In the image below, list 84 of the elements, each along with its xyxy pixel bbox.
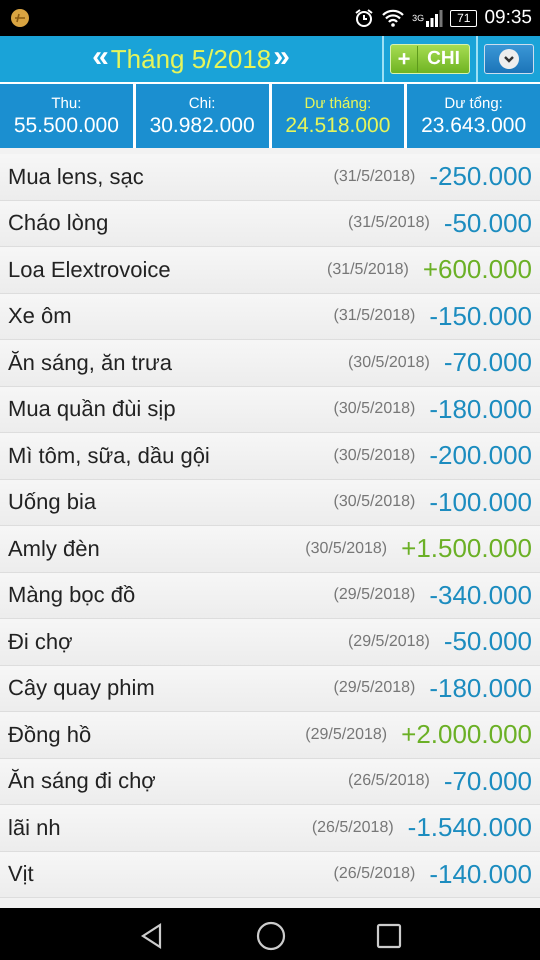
transaction-row[interactable]: lãi nh (26/5/2018) -1.540.000 xyxy=(0,805,540,852)
transaction-row[interactable]: Ăn sáng, ăn trưa (30/5/2018) -70.000 xyxy=(0,340,540,386)
app-notification-icon xyxy=(10,8,30,28)
transaction-row[interactable]: Uống bia (30/5/2018) -100.000 xyxy=(0,480,540,526)
transaction-name: Cây quay phim xyxy=(8,675,156,702)
transaction-date: (26/5/2018) xyxy=(312,818,394,837)
transaction-amount: -140.000 xyxy=(429,858,532,890)
transaction-name: Vịt xyxy=(8,861,35,888)
transaction-date: (30/5/2018) xyxy=(305,540,388,558)
transaction-name: Mua lens, sạc xyxy=(8,164,145,190)
transaction-row[interactable]: Đồng hồ (29/5/2018) +2.000.000 xyxy=(0,712,540,758)
transaction-name: lãi nh xyxy=(8,814,62,841)
transaction-row[interactable]: Amly đèn (30/5/2018) +1.500.000 xyxy=(0,526,540,572)
transaction-amount: -50.000 xyxy=(444,208,532,239)
transaction-date: (31/5/2018) xyxy=(334,168,416,186)
transaction-amount: +600.000 xyxy=(422,254,532,286)
transaction-date: (30/5/2018) xyxy=(334,446,416,465)
transaction-row[interactable]: Màng bọc đồ (29/5/2018) -340.000 xyxy=(0,572,540,619)
transaction-amount: +1.500.000 xyxy=(401,533,532,564)
transaction-row[interactable]: Mua quần đùi sịp (30/5/2018) -180.000 xyxy=(0,386,540,433)
transaction-name: Ăn sáng đi chợ xyxy=(8,768,157,794)
transaction-amount: +2.000.000 xyxy=(401,719,532,750)
summary-value: 24.518.000 xyxy=(285,114,390,138)
transaction-date: (29/5/2018) xyxy=(334,586,416,604)
transaction-date: (31/5/2018) xyxy=(326,260,409,279)
transaction-amount: -340.000 xyxy=(429,580,532,611)
transaction-name: Mì tôm, sữa, dầu gội xyxy=(8,442,211,469)
transaction-row[interactable]: Ăn sáng đi chợ (26/5/2018) -70.000 xyxy=(0,758,540,805)
transaction-date: (31/5/2018) xyxy=(334,307,416,326)
transaction-name: Màng bọc đồ xyxy=(8,582,136,608)
wifi-icon xyxy=(381,9,406,27)
transaction-row[interactable]: Đi chợ (29/5/2018) -50.000 xyxy=(0,619,540,666)
summary-label: Thu: xyxy=(51,94,82,112)
transaction-date: (29/5/2018) xyxy=(348,632,430,651)
transaction-row[interactable]: Mua lens, sạc (31/5/2018) -250.000 xyxy=(0,154,540,200)
transaction-amount: -200.000 xyxy=(429,440,532,472)
alarm-icon xyxy=(354,8,374,28)
summary-label: Dư tổng: xyxy=(444,94,503,112)
transaction-date: (30/5/2018) xyxy=(348,354,430,372)
summary-label: Dư tháng: xyxy=(304,94,372,112)
transaction-name: Đi chợ xyxy=(8,628,74,655)
transaction-name: Cháo lòng xyxy=(8,210,110,236)
transaction-row[interactable]: Mì tôm, sữa, dầu gội (30/5/2018) -200.000 xyxy=(0,433,540,480)
transaction-date: (29/5/2018) xyxy=(334,679,416,698)
clock-time: 09:35 xyxy=(484,7,532,29)
transaction-amount: -180.000 xyxy=(429,394,532,425)
battery-indicator: 71 xyxy=(450,10,478,26)
summary-label: Chi: xyxy=(188,94,216,112)
month-title: Tháng 5/2018 xyxy=(110,44,272,74)
transaction-amount: -180.000 xyxy=(429,672,532,704)
transaction-date: (26/5/2018) xyxy=(334,865,416,884)
transaction-name: Amly đèn xyxy=(8,536,101,562)
transaction-name: Uống bia xyxy=(8,489,98,516)
transaction-name: Mua quần đùi sịp xyxy=(8,396,177,422)
chevron-down-icon xyxy=(498,48,520,70)
summary-value: 23.643.000 xyxy=(421,114,526,138)
transaction-amount: -70.000 xyxy=(444,766,532,797)
transaction-amount: -100.000 xyxy=(429,486,532,518)
transaction-date: (30/5/2018) xyxy=(334,400,416,418)
transaction-amount: -70.000 xyxy=(444,347,532,378)
home-icon[interactable] xyxy=(256,921,286,951)
transaction-row[interactable]: Cháo lòng (31/5/2018) -50.000 xyxy=(0,200,540,247)
transaction-amount: -1.540.000 xyxy=(408,812,532,844)
recent-apps-icon[interactable] xyxy=(376,923,402,949)
transaction-name: Loa Elextrovoice xyxy=(8,256,172,283)
transaction-amount: -250.000 xyxy=(429,161,532,192)
transaction-date: (31/5/2018) xyxy=(348,214,430,232)
network-type: 3G xyxy=(412,13,424,23)
transaction-row[interactable]: Vịt (26/5/2018) -140.000 xyxy=(0,852,540,898)
transaction-date: (29/5/2018) xyxy=(305,726,388,744)
transaction-row[interactable]: Xe ôm (31/5/2018) -150.000 xyxy=(0,294,540,340)
transaction-name: Ăn sáng, ăn trưa xyxy=(8,350,173,376)
summary-value: 55.500.000 xyxy=(14,114,119,138)
transaction-date: (26/5/2018) xyxy=(348,772,430,790)
dropdown-button[interactable] xyxy=(484,44,534,74)
transaction-row[interactable]: Loa Elextrovoice (31/5/2018) +600.000 xyxy=(0,247,540,294)
signal-icon xyxy=(425,9,444,27)
transaction-name: Đồng hồ xyxy=(8,722,92,748)
summary-value: 30.982.000 xyxy=(150,114,255,138)
transaction-row[interactable]: Cây quay phim (29/5/2018) -180.000 xyxy=(0,666,540,712)
transaction-amount: -150.000 xyxy=(429,300,532,332)
transaction-date: (30/5/2018) xyxy=(334,493,416,512)
transaction-amount: -50.000 xyxy=(444,626,532,658)
transaction-name: Xe ôm xyxy=(8,303,73,330)
